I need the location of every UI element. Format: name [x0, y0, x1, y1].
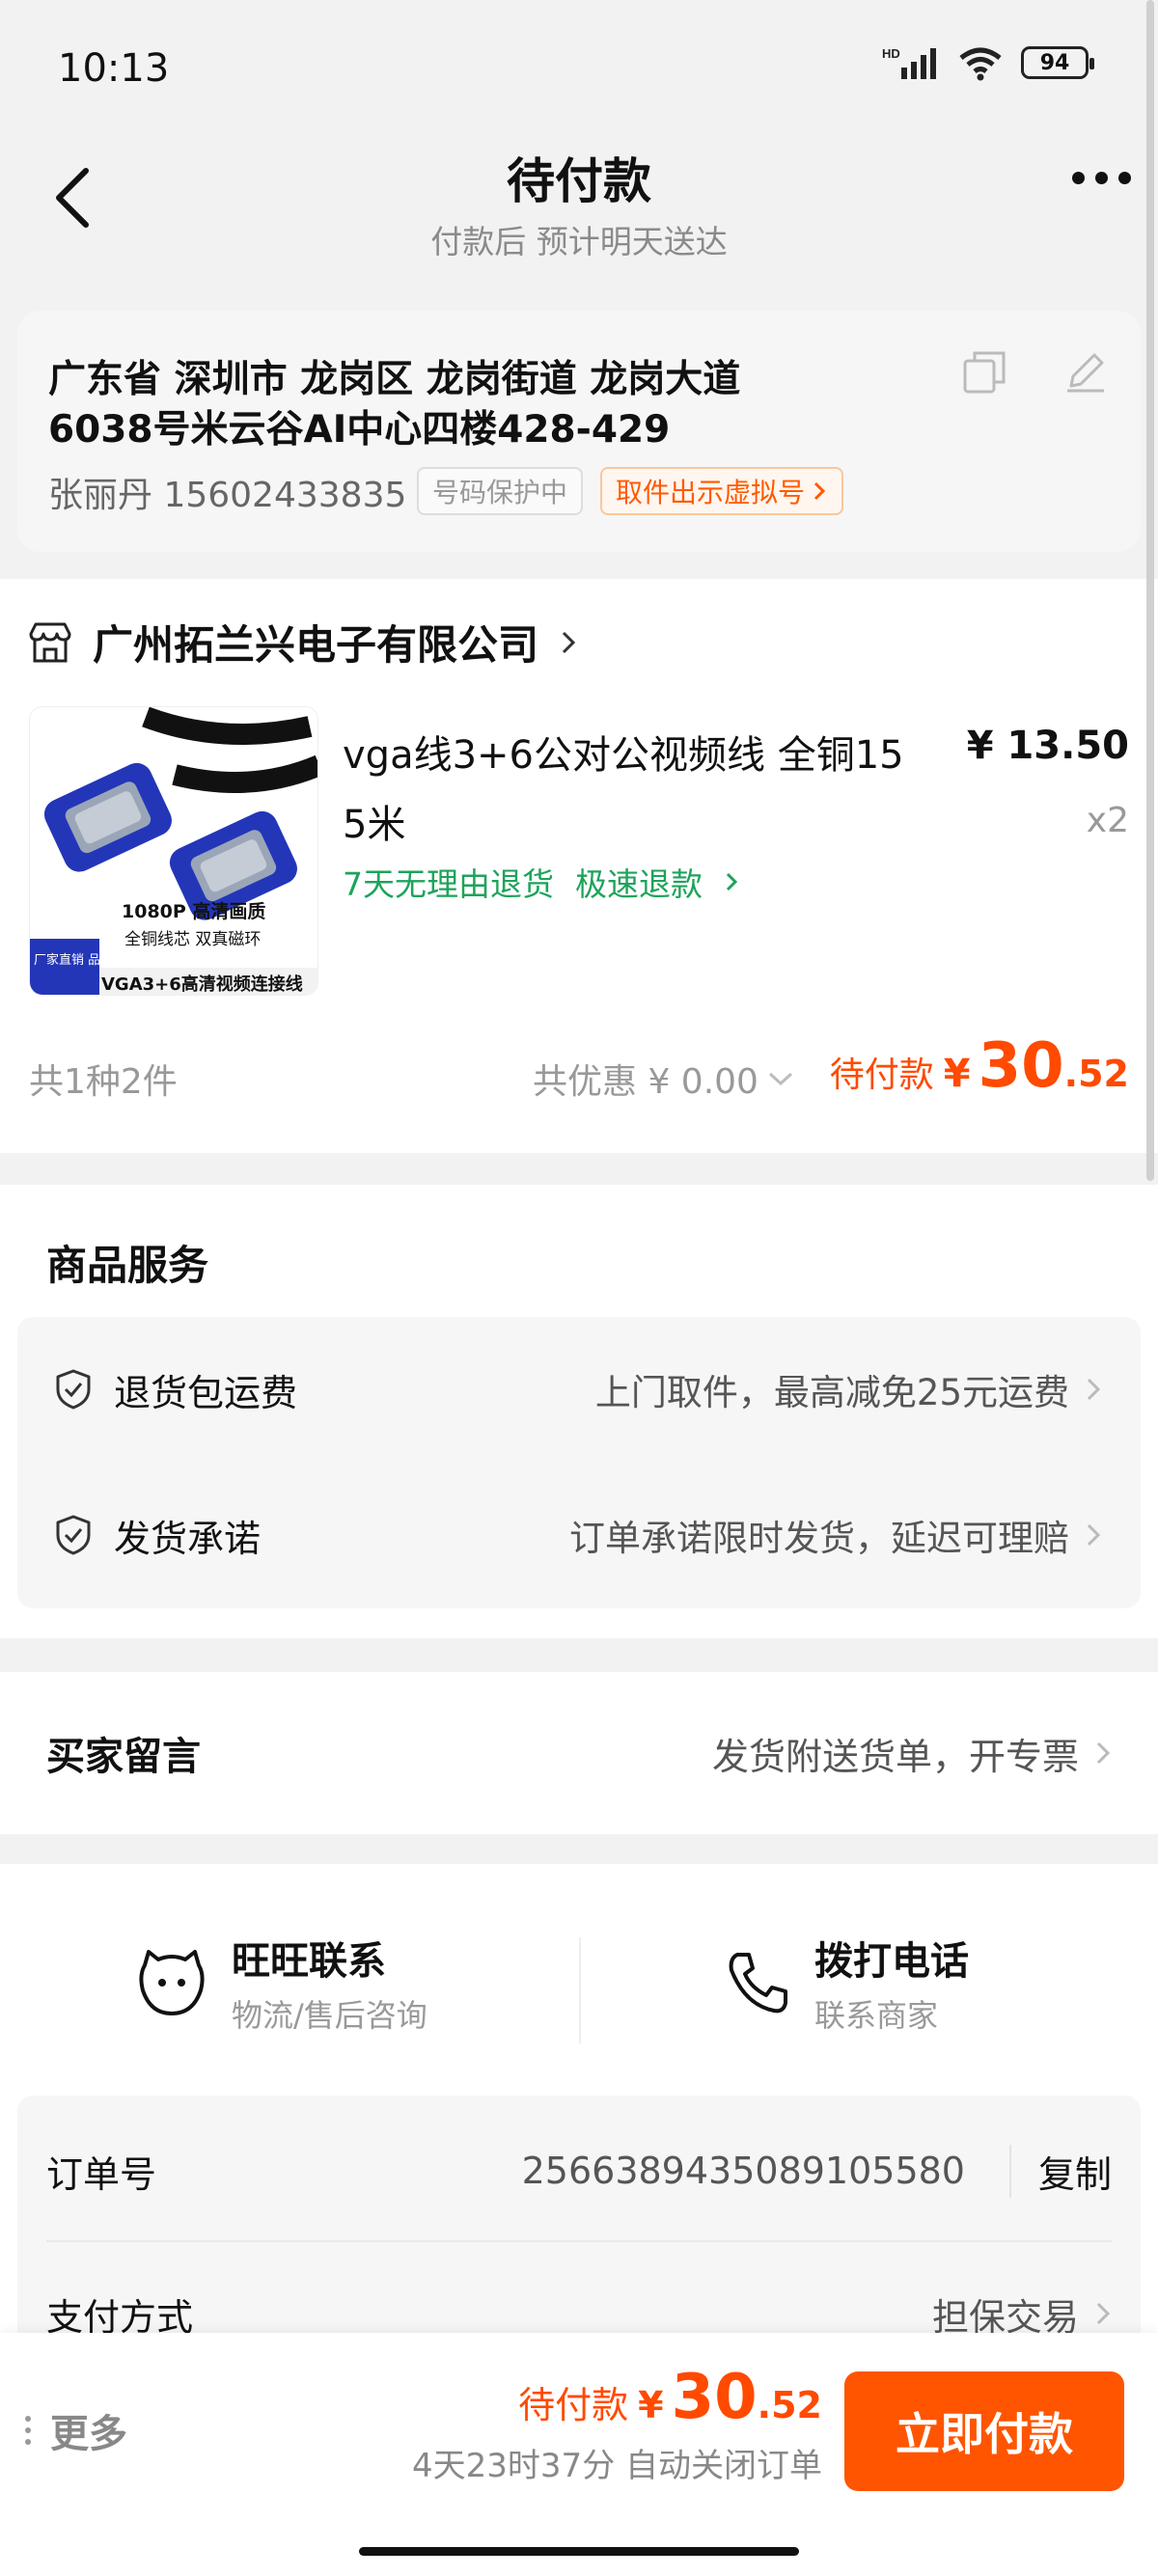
pending-payment-total: 待付款 ¥ 30 .52 — [830, 1030, 1129, 1102]
product-title-line2[interactable]: 5米 — [343, 793, 405, 849]
svg-text:HD: HD — [882, 46, 900, 61]
copy-order-number-button[interactable]: 复制 — [1008, 2144, 1112, 2198]
address-line-1: 广东省 深圳市 龙岗区 龙岗街道 龙岗大道 — [48, 358, 741, 401]
home-indicator[interactable] — [359, 2547, 799, 2556]
bottom-total-label: 待付款 — [518, 2384, 629, 2426]
call-subtitle: 联系商家 — [814, 1997, 939, 2034]
service-return-shipping[interactable]: 退货包运费 上门取件，最高减免25元运费 — [17, 1317, 1141, 1462]
chevron-right-icon — [726, 872, 738, 891]
product-price: ¥ 13.50 — [966, 724, 1129, 768]
order-number-value: 2566389435089105580 — [521, 2150, 965, 2192]
divider — [46, 2240, 1112, 2242]
bottom-pending-total: 待付款 ¥ 30 .52 — [518, 2362, 822, 2433]
total-integer: 30 — [978, 1030, 1064, 1102]
fast-refund-tag: 极速退款 — [575, 865, 703, 903]
more-label: 更多 — [50, 2412, 127, 2456]
shield-check-icon — [56, 1515, 91, 1555]
return-policy-tag: 7天无理由退货 — [343, 865, 554, 903]
svg-text:VGA3+6高清视频连接线: VGA3+6高清视频连接线 — [101, 973, 303, 995]
bottom-total-currency: ¥ — [638, 2384, 664, 2426]
signal-icon: HD — [882, 46, 936, 79]
chevron-right-icon — [813, 481, 826, 501]
copy-icon[interactable] — [963, 349, 1006, 396]
wangwang-subtitle: 物流/售后咨询 — [232, 1997, 427, 2034]
call-merchant-button[interactable]: 拨打电话 联系商家 — [724, 1920, 969, 2045]
product-image[interactable]: 1080P 高清画质 全铜线芯 双真磁环 厂家直销 品质保证 VGA3+6高清视… — [29, 706, 318, 996]
discount-summary[interactable]: 共优惠 ¥ 0.00 — [533, 1054, 795, 1104]
auto-close-timer: 4天23时37分 自动关闭订单 — [412, 2447, 822, 2485]
phone-icon — [729, 1953, 787, 2014]
total-currency: ¥ — [943, 1052, 971, 1096]
product-title[interactable]: vga线3+6公对公视频线 全铜15 — [343, 724, 904, 780]
scrollbar[interactable] — [1146, 0, 1154, 1181]
battery-indicator: 94 — [1021, 46, 1094, 79]
svg-text:厂家直销 品质保证: 厂家直销 品质保证 — [34, 952, 138, 968]
dot-icon — [1095, 172, 1108, 184]
wangwang-icon — [139, 1950, 205, 2015]
service-label: 发货承诺 — [114, 1517, 262, 1560]
vertical-dots-icon — [25, 2416, 31, 2445]
status-icons: HD 94 — [882, 44, 1094, 81]
total-decimal: .52 — [1063, 1053, 1129, 1095]
service-value: 上门取件，最高减免25元运费 — [594, 1372, 1069, 1413]
edit-icon[interactable] — [1063, 349, 1108, 394]
chevron-down-icon — [768, 1072, 792, 1086]
buyer-message-row[interactable]: 买家留言 发货附送货单，开专票 — [0, 1672, 1158, 1834]
wangwang-title: 旺旺联系 — [232, 1939, 386, 1984]
more-actions-button[interactable]: 更多 — [25, 2402, 127, 2458]
shop-link[interactable]: 广州拓兰兴电子有限公司 — [27, 613, 579, 671]
pay-now-button[interactable]: 立即付款 — [844, 2371, 1124, 2491]
more-options-button[interactable] — [1072, 172, 1131, 184]
service-value: 订单承诺限时发货，延迟可理赔 — [569, 1518, 1069, 1559]
service-title: 商品服务 — [46, 1242, 209, 1289]
wangwang-contact-button[interactable]: 旺旺联系 物流/售后咨询 — [135, 1920, 427, 2045]
status-time: 10:13 — [58, 46, 170, 91]
chevron-right-icon — [1096, 2302, 1111, 2325]
product-service-tags[interactable]: 7天无理由退货 极速退款 — [343, 859, 739, 905]
total-label: 待付款 — [829, 1055, 934, 1095]
order-number-row: 订单号 2566389435089105580 复制 — [46, 2132, 1112, 2209]
svg-text:全铜线芯 双真磁环: 全铜线芯 双真磁环 — [124, 930, 261, 949]
shield-check-icon — [56, 1369, 91, 1410]
virtual-number-label: 取件出示虚拟号 — [616, 477, 806, 508]
bottom-total-integer: 30 — [671, 2362, 758, 2433]
buyer-message-value: 发货附送货单，开专票 — [711, 1735, 1079, 1778]
shop-name: 广州拓兰兴电子有限公司 — [93, 621, 539, 669]
store-icon — [29, 622, 71, 662]
discount-label: 共优惠 ¥ 0.00 — [533, 1062, 758, 1102]
service-label: 退货包运费 — [114, 1371, 298, 1414]
delivery-estimate: 付款后 预计明天送达 — [430, 223, 728, 260]
recipient-contact: 张丽丹 15602433835 — [48, 476, 407, 515]
order-number-label: 订单号 — [46, 2152, 157, 2196]
dot-icon — [1072, 172, 1085, 184]
dot-icon — [1118, 172, 1131, 184]
chevron-right-icon — [1087, 1378, 1101, 1401]
bottom-total-decimal: .52 — [757, 2384, 822, 2426]
product-quantity: x2 — [1086, 801, 1129, 840]
vga-cable-image: 1080P 高清画质 全铜线芯 双真磁环 厂家直销 品质保证 VGA3+6高清视… — [30, 707, 317, 995]
number-protection-badge: 号码保护中 — [417, 467, 584, 515]
virtual-number-link[interactable]: 取件出示虚拟号 — [600, 467, 844, 515]
address-line-2: 6038号米云谷AI中心四楼428-429 — [48, 408, 671, 452]
service-shipping-promise[interactable]: 发货承诺 订单承诺限时发货，延迟可理赔 — [17, 1463, 1141, 1607]
page-title: 待付款 — [507, 153, 651, 209]
item-count: 共1种2件 — [29, 1062, 178, 1102]
chevron-right-icon — [1087, 1523, 1101, 1547]
contact-divider — [579, 1937, 581, 2043]
wifi-icon — [959, 47, 1002, 81]
chevron-right-icon — [562, 631, 576, 653]
svg-text:1080P 高清画质: 1080P 高清画质 — [122, 900, 265, 922]
call-title: 拨打电话 — [814, 1939, 969, 1984]
buyer-message-label: 买家留言 — [46, 1735, 201, 1779]
chevron-right-icon — [1096, 1741, 1111, 1765]
